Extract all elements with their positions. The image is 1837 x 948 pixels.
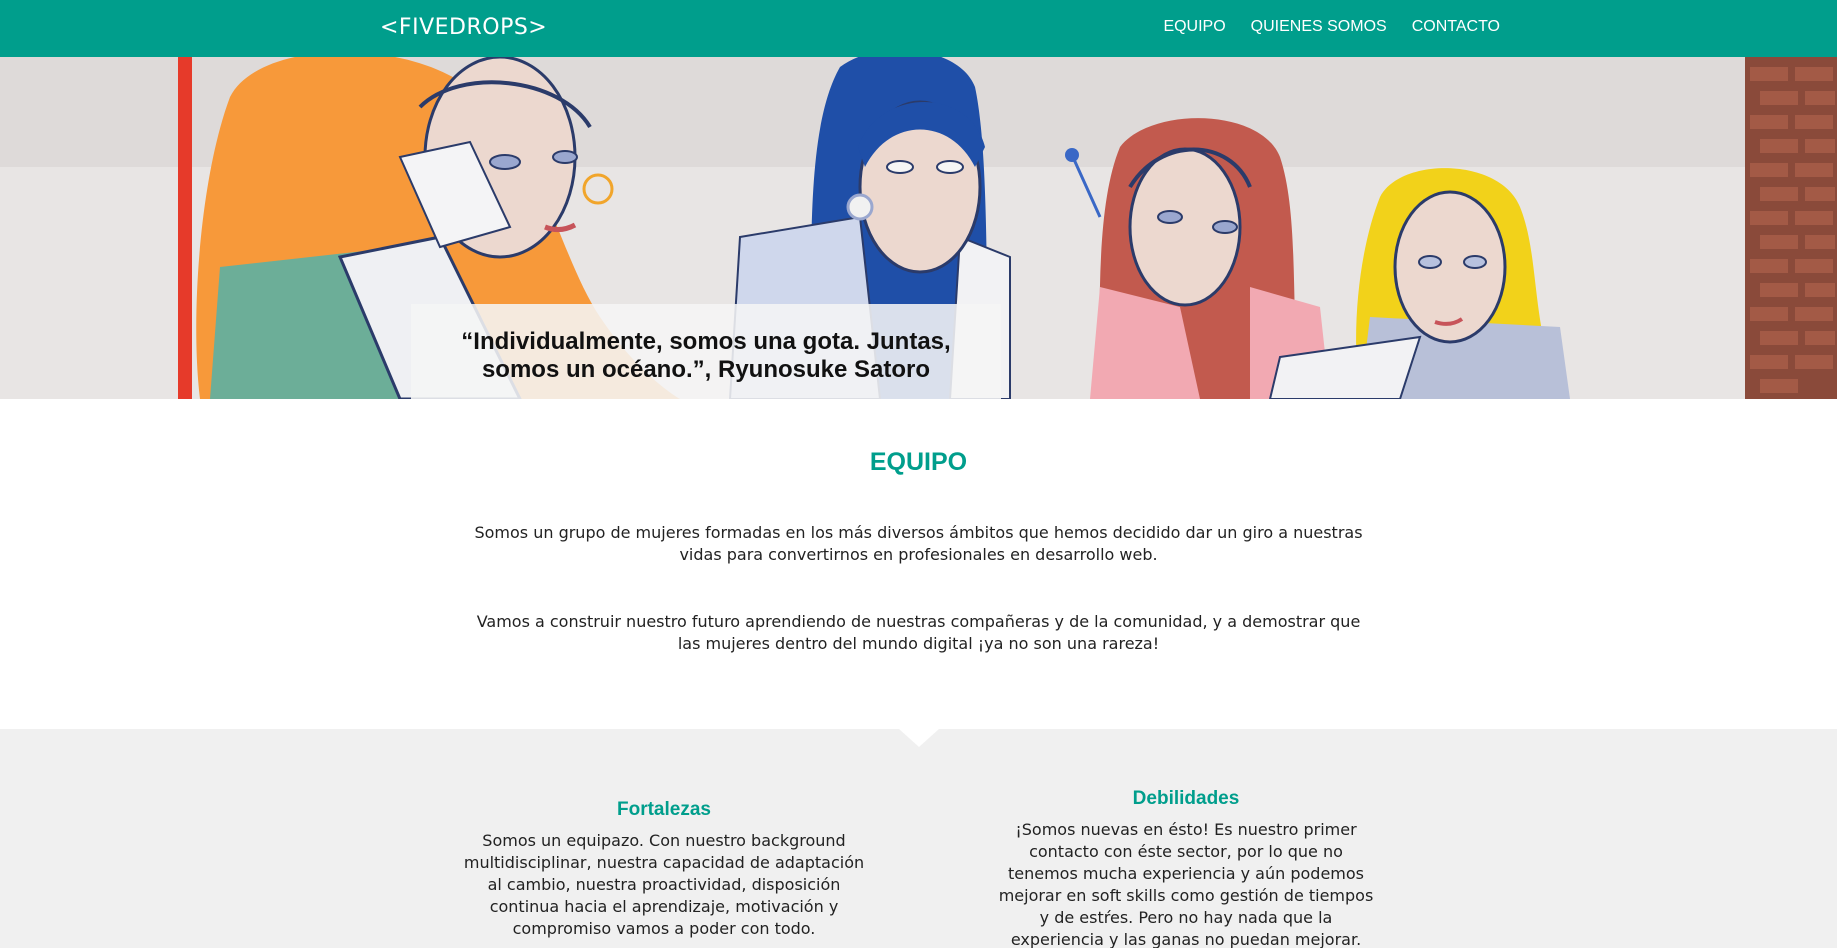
nav-link-contacto[interactable]: CONTACTO — [1412, 18, 1500, 36]
debilidades-column: Debilidades ¡Somos nuevas en ésto! Es nu… — [993, 788, 1379, 948]
hero-banner: “Individualmente, somos una gota. Juntas… — [0, 57, 1837, 399]
debilidades-title: Debilidades — [1132, 788, 1240, 809]
equipo-paragraph-1: Somos un grupo de mujeres formadas en lo… — [474, 523, 1363, 564]
hero-quote: “Individualmente, somos una gota. Juntas… — [461, 328, 951, 383]
nav-link-quienes-somos[interactable]: QUIENES SOMOS — [1251, 18, 1387, 36]
top-navbar: <FIVEDROPS> EQUIPO QUIENES SOMOS CONTACT… — [0, 0, 1837, 57]
section-notch — [899, 729, 939, 747]
site-logo[interactable]: <FIVEDROPS> — [380, 15, 547, 40]
equipo-paragraph-2: Vamos a construir nuestro futuro aprendi… — [476, 612, 1361, 653]
hero-quote-box: “Individualmente, somos una gota. Juntas… — [411, 304, 1001, 399]
equipo-section: EQUIPO Somos un grupo de mujeres formada… — [0, 399, 1837, 729]
fortalezas-text: Somos un equipazo. Con nuestro backgroun… — [463, 831, 865, 938]
equipo-title: EQUIPO — [869, 448, 968, 476]
nav-link-equipo[interactable]: EQUIPO — [1163, 18, 1225, 36]
fortalezas-column: Fortalezas Somos un equipazo. Con nuestr… — [455, 799, 873, 940]
swot-section: Fortalezas Somos un equipazo. Con nuestr… — [0, 729, 1837, 948]
main-nav: EQUIPO QUIENES SOMOS CONTACTO — [1163, 18, 1500, 36]
debilidades-text: ¡Somos nuevas en ésto! Es nuestro primer… — [998, 820, 1374, 948]
fortalezas-title: Fortalezas — [617, 799, 711, 820]
